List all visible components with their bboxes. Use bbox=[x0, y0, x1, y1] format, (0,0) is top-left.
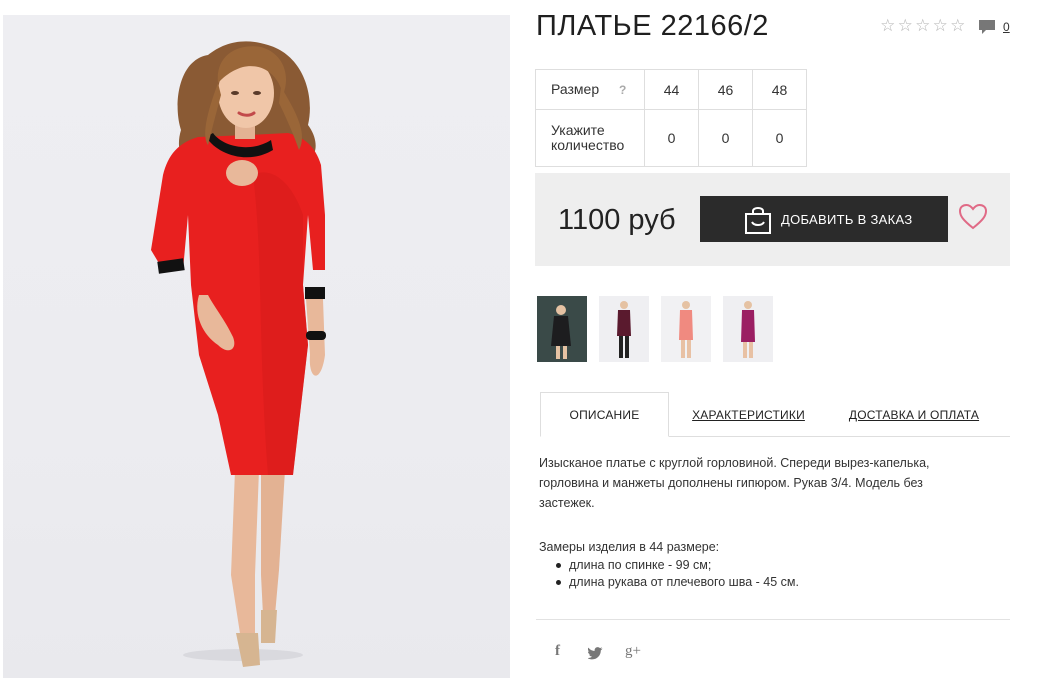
list-item: длина по спинке - 99 см; bbox=[553, 557, 799, 574]
quantity-label-line1: Укажите bbox=[551, 122, 605, 138]
thumbnail-image bbox=[537, 296, 587, 362]
product-title: ПЛАТЬЕ 22166/2 bbox=[536, 10, 769, 42]
measurements-list: длина по спинке - 99 см; длина рукава от… bbox=[553, 557, 799, 591]
size-label: Размер bbox=[551, 81, 600, 97]
heart-icon[interactable] bbox=[959, 204, 987, 230]
google-plus-icon[interactable]: g+ bbox=[625, 643, 641, 660]
star-icon[interactable]: ☆ bbox=[914, 16, 932, 36]
size-help-icon[interactable]: ? bbox=[619, 83, 626, 98]
shopping-bag-icon bbox=[745, 207, 771, 234]
size-option: 46 bbox=[698, 69, 753, 110]
product-main-photo[interactable] bbox=[3, 15, 510, 678]
thumbnail-image bbox=[599, 296, 649, 362]
quantity-label-cell: Укажите количество bbox=[535, 109, 645, 167]
thumb-burgundy-dress[interactable] bbox=[599, 296, 649, 362]
tab-description[interactable]: ОПИСАНИЕ bbox=[540, 392, 669, 437]
rating-stars[interactable]: ☆ ☆ ☆ ☆ ☆ bbox=[879, 16, 967, 36]
add-to-order-label: ДОБАВИТЬ В ЗАКАЗ bbox=[781, 211, 913, 227]
quantity-input[interactable]: 0 bbox=[752, 109, 807, 167]
star-icon[interactable]: ☆ bbox=[932, 16, 950, 36]
comment-icon[interactable] bbox=[978, 18, 996, 36]
size-quantity-table: Размер ? 44 46 48 Укажите количество 0 0… bbox=[535, 69, 807, 167]
comments-count-link[interactable]: 0 bbox=[1003, 20, 1010, 34]
tab-delivery-payment[interactable]: ДОСТАВКА И ОПЛАТА bbox=[845, 392, 983, 437]
quantity-label-line2: количество bbox=[551, 137, 625, 153]
size-option: 48 bbox=[752, 69, 807, 110]
size-option: 44 bbox=[644, 69, 699, 110]
star-icon[interactable]: ☆ bbox=[949, 16, 967, 36]
size-label-cell: Размер ? bbox=[535, 69, 645, 110]
measurements-title: Замеры изделия в 44 размере: bbox=[539, 540, 720, 554]
thumb-coral-dress[interactable] bbox=[661, 296, 711, 362]
thumbnail-image bbox=[661, 296, 711, 362]
product-description: Изысканое платье с круглой горловиной. С… bbox=[539, 456, 930, 510]
star-icon[interactable]: ☆ bbox=[897, 16, 915, 36]
twitter-icon[interactable] bbox=[588, 647, 603, 660]
thumb-plum-dress[interactable] bbox=[723, 296, 773, 362]
star-icon[interactable]: ☆ bbox=[879, 16, 897, 36]
dress-model-illustration bbox=[151, 41, 326, 667]
add-to-order-button[interactable]: ДОБАВИТЬ В ЗАКАЗ bbox=[700, 196, 948, 242]
quantity-input[interactable]: 0 bbox=[698, 109, 753, 167]
list-item: длина рукава от плечевого шва - 45 см. bbox=[553, 574, 799, 591]
quantity-input[interactable]: 0 bbox=[644, 109, 699, 167]
order-box: 1100 руб ДОБАВИТЬ В ЗАКАЗ bbox=[535, 173, 1010, 266]
facebook-icon[interactable]: f bbox=[555, 643, 560, 660]
thumb-black-dress[interactable] bbox=[537, 296, 587, 362]
share-divider bbox=[536, 619, 1010, 620]
product-price: 1100 руб bbox=[558, 204, 676, 236]
tab-characteristics[interactable]: ХАРАКТЕРИСТИКИ bbox=[686, 392, 811, 437]
thumbnail-image bbox=[723, 296, 773, 362]
